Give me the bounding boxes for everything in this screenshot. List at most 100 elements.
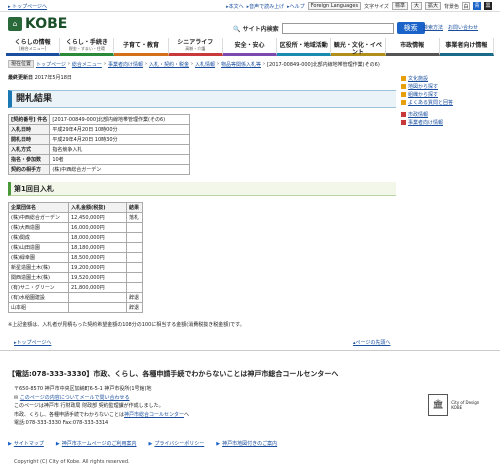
- bullet-square-icon: [401, 99, 406, 105]
- sidebar-link-label: 市政情報: [408, 111, 429, 118]
- mail-inquiry-link[interactable]: このページの内容についてメールで問い合わせる: [20, 395, 130, 401]
- bid-results-table: 企業団体名 入札金額(税抜) 結果 (株)中西総合ガーデン 12,450,000円…: [8, 202, 143, 313]
- footer-link-label: 神戸市ホームページのご利用案内: [61, 441, 137, 447]
- breadcrumb-item[interactable]: 入札・契約・税金: [149, 61, 189, 68]
- footer-link[interactable]: ▶ 神戸市ホームページのご利用案内: [56, 440, 137, 448]
- to-top-page-link[interactable]: ▸トップページへ: [14, 339, 51, 346]
- gnav-label: 子育て・教育: [123, 42, 160, 49]
- footer-links: ▶ サイトマップ ▶ 神戸市ホームページのご利用案内 ▶ プライバシーポリシー ▶ 神戸…: [8, 440, 277, 448]
- contact-link[interactable]: お問い合わせ: [448, 24, 478, 31]
- footer-link[interactable]: ▶ 神戸市地図付きのご案内: [216, 440, 277, 448]
- call-center-link[interactable]: 神戸市総合コールセンター: [124, 412, 184, 418]
- footer-link[interactable]: ▶ プライバシーポリシー: [148, 440, 205, 448]
- gnav-tourism[interactable]: 観光・文化・イベント: [331, 38, 386, 56]
- text-size-standard-button[interactable]: 標準: [391, 2, 408, 10]
- breadcrumb-item[interactable]: トップページ: [36, 61, 66, 68]
- breadcrumb-separator: ›: [103, 61, 106, 67]
- breadcrumb-item[interactable]: 物品等関係入札等: [221, 61, 261, 68]
- sidebar-link-label: よくある質問と回答: [408, 99, 454, 106]
- bid-company: 新星造園土木(株): [8, 262, 69, 273]
- sidebar-link[interactable]: 組織から探す: [401, 90, 493, 98]
- arrow-right-icon: ▶: [216, 440, 221, 447]
- gnav-kurashi-info[interactable]: くらしの情報 [総合メニュー]: [6, 38, 61, 56]
- search-input[interactable]: [281, 22, 394, 34]
- bid-amount: 18,000,000円: [68, 232, 127, 243]
- bid-result: [126, 262, 143, 273]
- gnav-childcare[interactable]: 子育て・教育: [114, 38, 169, 56]
- logo-text: KOBE: [25, 16, 68, 32]
- sidebar-link-label: 事業者向け情報: [408, 119, 444, 126]
- voice-reader-link[interactable]: ▸音声で読み上げ: [247, 3, 285, 10]
- bid-result: 落札: [126, 212, 143, 223]
- sidebar-link[interactable]: 地図から探す: [401, 82, 493, 90]
- arrow-right-icon: ▶: [148, 440, 153, 447]
- table-row: 関西造園土木(株) 19,520,000円: [8, 272, 143, 283]
- gnav-ward-office[interactable]: 区役所・地域活動: [277, 38, 332, 56]
- page-top-label: ページの先頭へ: [355, 340, 391, 346]
- sidebar-link[interactable]: 事業者向け情報: [401, 118, 493, 126]
- gnav-kurashi-procedures[interactable]: くらし・手続き 税金・すまい・住環: [60, 38, 115, 56]
- search-howto-link[interactable]: 検索方法: [423, 24, 443, 31]
- footer-address: 〒650-8570 神戸市中央区加納町6-5-1 神戸市役所(1号館)地 ✉ こ…: [14, 385, 414, 428]
- table-header-row: 企業団体名 入札金額(税抜) 結果: [8, 202, 143, 213]
- text-size-enlarge-button[interactable]: 拡大: [424, 2, 441, 10]
- bg-blue-button[interactable]: 青: [473, 2, 481, 10]
- unesco-logo-text: City of Design KOBE: [451, 400, 480, 410]
- info-value: [2017-00849-000]北部内線地帯管理作業(その6): [49, 114, 191, 125]
- page-top-link[interactable]: ▴ページの先頭へ: [353, 339, 390, 346]
- bid-company: (株)中西総合ガーデン: [8, 212, 69, 223]
- breadcrumb-current: [2017-00849-000]北部内線地帯管理作業(その6): [267, 61, 380, 68]
- breadcrumb-item[interactable]: 総合メニュー: [72, 61, 102, 68]
- voice-reader-label: 音声で読み上げ: [249, 3, 285, 10]
- unesco-temple-icon: 🏛: [428, 394, 449, 416]
- info-key: [契約番号] 件名: [7, 114, 51, 125]
- breadcrumb-item[interactable]: 入札情報: [195, 61, 215, 68]
- gnav-label: 安全・安心: [234, 42, 265, 49]
- search-label: 🔍 サイト内検索: [233, 25, 279, 33]
- footer-divider: [0, 350, 500, 351]
- help-link[interactable]: ▸ヘルプ: [287, 3, 305, 10]
- bg-color-label: 背景色: [443, 3, 459, 10]
- breadcrumb: 現在位置 トップページ › 総合メニュー › 事業者向け情報 › 入札・契約・税金 › …: [8, 60, 403, 68]
- main-content-link[interactable]: ▸本文へ: [226, 3, 244, 10]
- sidebar-link[interactable]: 文化施設: [401, 74, 493, 82]
- search-label-text: サイト内検索: [242, 25, 279, 33]
- foreign-languages-select[interactable]: Foreign Languages: [307, 2, 362, 10]
- bid-result: [126, 272, 143, 283]
- breadcrumb-separator: ›: [144, 61, 147, 67]
- info-value: 平成29年4月20日 10時00分: [49, 124, 191, 135]
- skip-to-top-link[interactable]: ▸ トップページへ: [8, 3, 47, 10]
- contract-info-table: [契約番号] 件名 [2017-00849-000]北部内線地帯管理作業(その6)…: [7, 114, 191, 175]
- page-title: 開札結果: [8, 90, 396, 108]
- footer-link[interactable]: ▶ サイトマップ: [8, 440, 44, 448]
- info-value: 10者: [49, 154, 191, 165]
- gnav-senior[interactable]: シニアライフ 高齢・介護: [168, 38, 223, 56]
- gnav-city-info[interactable]: 市政情報: [385, 38, 440, 56]
- breadcrumb-item[interactable]: 事業者向け情報: [108, 61, 143, 68]
- call-center-banner: 【電話:078-333-3330】市政、くらし、各種申請手続でわからないことは神…: [8, 370, 339, 378]
- sidebar-link[interactable]: 市政情報: [401, 110, 493, 118]
- bg-black-button[interactable]: 黒: [484, 2, 492, 10]
- site-logo[interactable]: ⌂ KOBE: [8, 16, 67, 32]
- copyright: Copyright (C) City of Kobe. All rights r…: [14, 459, 130, 465]
- col-header-company: 企業団体名: [8, 202, 69, 213]
- search-button[interactable]: 検索: [396, 22, 425, 34]
- utility-bar: ▸ トップページへ ▸本文へ ▸音声で読み上げ ▸ヘルプ Foreign Lan…: [0, 0, 500, 12]
- bullet-square-icon: [401, 83, 406, 89]
- info-key: 入札方式: [7, 144, 51, 155]
- table-row: 入札日時 平成29年4月20日 10時00分: [7, 124, 191, 135]
- bid-company: (株)山田造園: [8, 242, 69, 253]
- utility-controls: ▸本文へ ▸音声で読み上げ ▸ヘルプ Foreign Languages 文字サ…: [226, 2, 492, 10]
- bg-white-button[interactable]: 白: [462, 2, 470, 10]
- round-heading: 第1回目入札: [8, 182, 396, 196]
- gnav-business[interactable]: 事業者向け情報: [439, 38, 494, 56]
- footer-call-text: 市政、くらし、各種申請手続でわからないことは: [14, 411, 125, 418]
- kobe-emblem-icon: ⌂: [8, 17, 22, 31]
- gnav-safety[interactable]: 安全・安心: [222, 38, 278, 56]
- text-size-large-button[interactable]: 大: [410, 2, 422, 10]
- info-value: (株)中西総合ガーデン: [49, 164, 191, 175]
- mail-icon: ✉: [14, 394, 19, 401]
- bid-company: (有)サニ・グリーン: [8, 282, 69, 293]
- sidebar-link[interactable]: よくある質問と回答: [401, 98, 493, 106]
- footer-call-text-end: へ: [184, 411, 190, 418]
